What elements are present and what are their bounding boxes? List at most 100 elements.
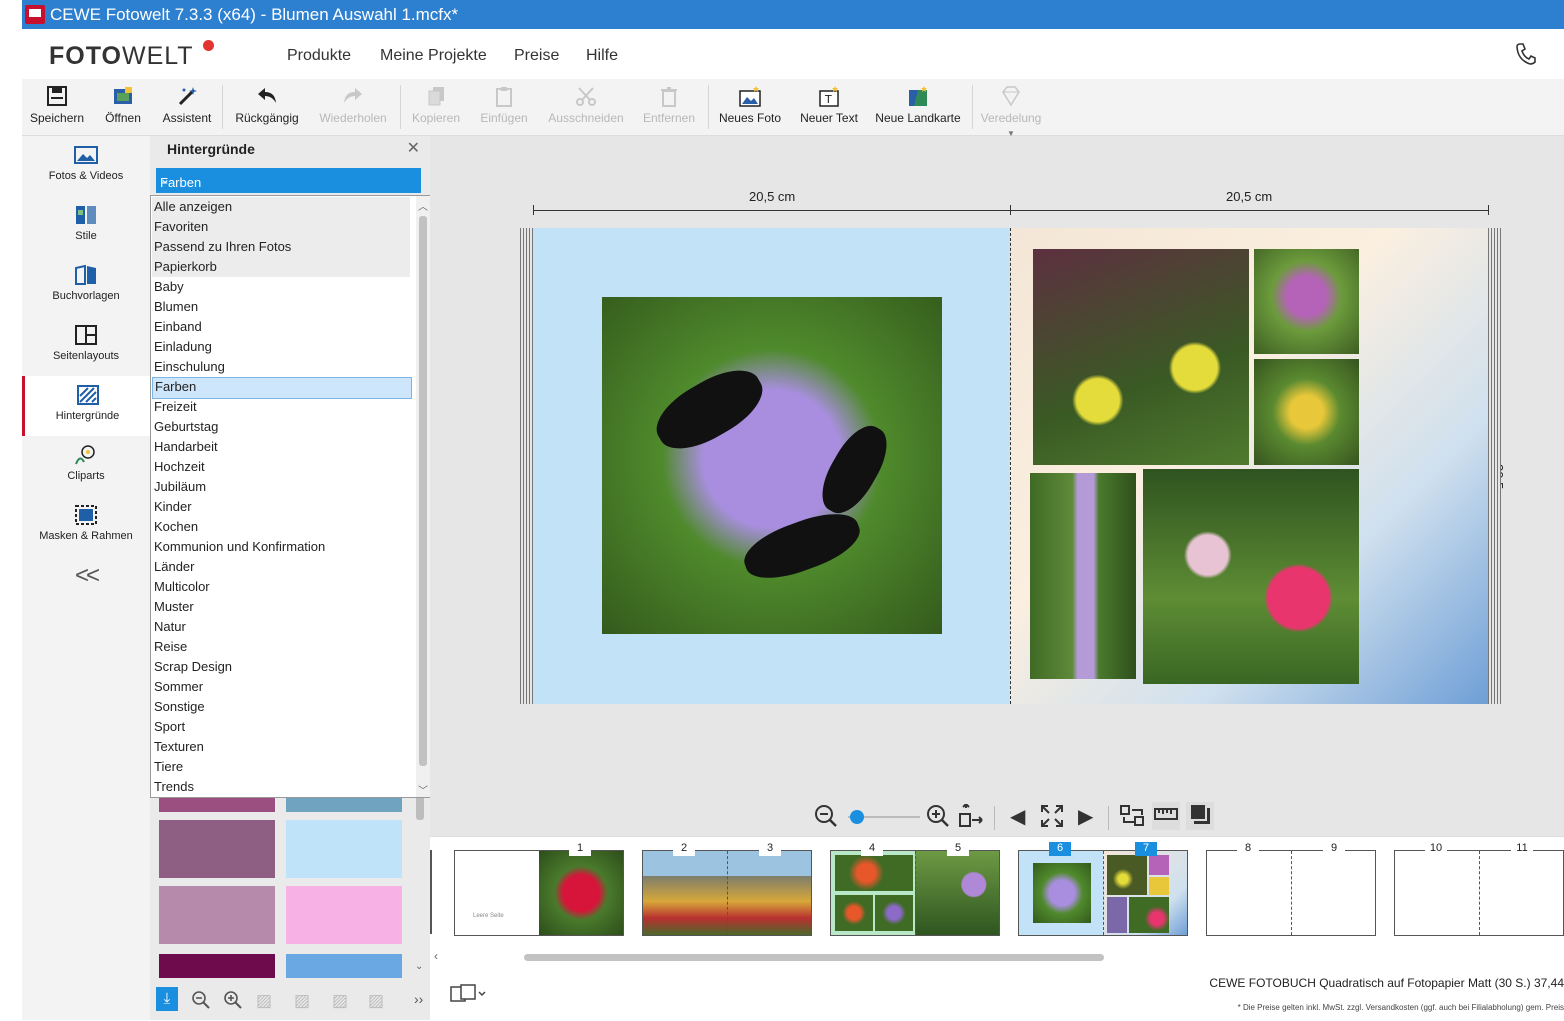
apply-left-page-icon[interactable]: ▨ bbox=[294, 991, 310, 1011]
new-map-button[interactable]: Neue Landkarte bbox=[874, 85, 962, 125]
fullscreen-icon[interactable] bbox=[1040, 804, 1064, 834]
open-button[interactable]: Öffnen bbox=[102, 85, 144, 125]
download-icon[interactable]: ⤓ bbox=[156, 987, 178, 1011]
fit-to-page-icon[interactable] bbox=[958, 803, 984, 834]
dropdown-option[interactable]: Papierkorb bbox=[152, 257, 410, 277]
close-icon[interactable]: ✕ bbox=[407, 138, 420, 158]
dropdown-option[interactable]: Alle anzeigen bbox=[152, 197, 410, 217]
phone-icon[interactable] bbox=[1516, 43, 1536, 71]
dropdown-option[interactable]: Tiere bbox=[154, 757, 410, 777]
photo-yellow-flowers[interactable] bbox=[1254, 359, 1359, 465]
dropdown-option[interactable]: Passend zu Ihren Fotos bbox=[152, 237, 410, 257]
apply-all-pages-icon[interactable]: ▨ bbox=[368, 991, 384, 1011]
dropdown-option[interactable]: Sommer bbox=[154, 677, 410, 697]
scroll-up-icon[interactable]: ︿ bbox=[418, 198, 428, 213]
dropdown-option[interactable]: Kommunion und Konfirmation bbox=[154, 537, 410, 557]
nav-link-preise[interactable]: Preise bbox=[514, 47, 559, 65]
ruler-toggle-icon[interactable] bbox=[1152, 802, 1180, 830]
photo-flower-moths[interactable] bbox=[602, 297, 942, 634]
sidebar-item-masken-rahmen[interactable]: Masken & Rahmen bbox=[22, 496, 150, 556]
nav-link-hilfe[interactable]: Hilfe bbox=[586, 47, 618, 65]
nav-link-produkte[interactable]: Produkte bbox=[287, 47, 351, 65]
sidebar-item-hintergruende[interactable]: Hintergründe bbox=[22, 376, 150, 436]
copy-button[interactable]: Kopieren bbox=[410, 85, 462, 125]
dropdown-scrollbar-thumb[interactable] bbox=[419, 216, 427, 766]
dropdown-option[interactable]: Einladung bbox=[154, 337, 410, 357]
photo-ladys-slipper[interactable] bbox=[1033, 249, 1249, 465]
dropdown-option[interactable]: Scrap Design bbox=[154, 657, 410, 677]
category-dropdown-list[interactable]: Alle anzeigen Favoriten Passend zu Ihren F… bbox=[150, 195, 431, 798]
dropdown-option[interactable]: Jubiläum bbox=[154, 477, 410, 497]
sidebar-item-buchvorlagen[interactable]: Buchvorlagen bbox=[22, 256, 150, 316]
filmstrip-spread-5[interactable]: 8 9 bbox=[1206, 842, 1376, 936]
apply-right-page-icon[interactable]: ▨ bbox=[332, 991, 348, 1011]
save-button[interactable]: Speichern bbox=[30, 85, 84, 125]
next-page-icon[interactable]: ▶ bbox=[1078, 804, 1093, 829]
delete-button[interactable]: Entfernen bbox=[640, 85, 698, 125]
photo-lavender-orchid[interactable] bbox=[1030, 473, 1136, 679]
dropdown-option[interactable]: Trends bbox=[154, 777, 410, 797]
dropdown-option[interactable]: Geburtstag bbox=[154, 417, 410, 437]
previous-page-icon[interactable]: ◀ bbox=[1010, 804, 1025, 829]
dropdown-option[interactable]: Reise bbox=[154, 637, 410, 657]
cut-button[interactable]: Ausschneiden bbox=[546, 85, 626, 125]
filmstrip-scrollbar[interactable]: ‹ bbox=[430, 949, 1564, 966]
category-dropdown[interactable]: Farben ⌄ bbox=[156, 168, 421, 193]
sidebar-item-cliparts[interactable]: Cliparts bbox=[22, 436, 150, 496]
scroll-down-icon[interactable]: ﹀ bbox=[418, 782, 428, 797]
undo-button[interactable]: Rückgängig bbox=[234, 85, 300, 125]
nav-link-meine-projekte[interactable]: Meine Projekte bbox=[380, 47, 487, 65]
dropdown-option[interactable]: Texturen bbox=[154, 737, 410, 757]
photo-purple-orchid[interactable] bbox=[1254, 249, 1359, 354]
more-chevron-icon[interactable]: ›› bbox=[414, 991, 423, 1007]
new-photo-button[interactable]: Neues Foto bbox=[718, 85, 782, 125]
swatch-3[interactable] bbox=[159, 820, 275, 878]
swatch-6[interactable] bbox=[286, 886, 402, 944]
filmstrip-spread-1[interactable]: Leere Seite 1 bbox=[454, 842, 624, 936]
sidebar-item-fotos-videos[interactable]: Fotos & Videos bbox=[22, 136, 150, 196]
editor-canvas[interactable]: 20,5 cm 20,5 cm 20,5 cm bbox=[430, 136, 1564, 836]
dropdown-option[interactable]: Kochen bbox=[154, 517, 410, 537]
dropdown-option[interactable]: Favoriten bbox=[152, 217, 410, 237]
paste-button[interactable]: Einfügen bbox=[478, 85, 530, 125]
zoom-out-icon[interactable] bbox=[814, 804, 838, 834]
redo-button[interactable]: Wiederholen bbox=[318, 85, 388, 125]
zoom-out-icon[interactable] bbox=[192, 991, 210, 1014]
dropdown-option[interactable]: Hochzeit bbox=[154, 457, 410, 477]
dropdown-option[interactable]: Sport bbox=[154, 717, 410, 737]
swatch-8[interactable] bbox=[286, 954, 402, 978]
new-text-button[interactable]: T Neuer Text bbox=[798, 85, 860, 125]
dropdown-option[interactable]: Muster bbox=[154, 597, 410, 617]
dropdown-option[interactable]: Länder bbox=[154, 557, 410, 577]
filmstrip-spread-3[interactable]: 4 5 bbox=[830, 842, 1000, 936]
fotowelt-logo[interactable]: FOTOWELT bbox=[49, 42, 194, 71]
collapse-sidebar-button[interactable]: << bbox=[22, 562, 150, 590]
zoom-slider-handle[interactable] bbox=[850, 810, 864, 824]
dropdown-option[interactable]: Kinder bbox=[154, 497, 410, 517]
page-options-icon[interactable] bbox=[450, 984, 488, 1009]
assistant-button[interactable]: Assistent bbox=[162, 85, 212, 125]
dropdown-option[interactable]: Baby bbox=[154, 277, 410, 297]
sidebar-item-seitenlayouts[interactable]: Seitenlayouts bbox=[22, 316, 150, 376]
dropdown-option[interactable]: Multicolor bbox=[154, 577, 410, 597]
zoom-in-icon[interactable] bbox=[926, 804, 950, 834]
dropdown-option[interactable]: Einschulung bbox=[154, 357, 410, 377]
swap-pages-icon[interactable] bbox=[1120, 804, 1146, 834]
filmstrip-scrollbar-thumb[interactable] bbox=[524, 954, 1104, 961]
apply-both-pages-icon[interactable]: ▨ bbox=[256, 991, 272, 1011]
right-page[interactable] bbox=[1010, 228, 1488, 704]
veredelung-button[interactable]: Veredelung ▼ bbox=[978, 85, 1044, 139]
sidebar-item-stile[interactable]: Stile bbox=[22, 196, 150, 256]
panel-scrollbar-thumb[interactable] bbox=[416, 796, 424, 820]
dropdown-option[interactable]: Farben bbox=[152, 377, 412, 399]
swatch-5[interactable] bbox=[159, 886, 275, 944]
left-page[interactable] bbox=[533, 228, 1010, 704]
photo-peony-orchid[interactable] bbox=[1143, 469, 1359, 684]
dropdown-option[interactable]: Einband bbox=[154, 317, 410, 337]
filmstrip-spread-6[interactable]: 10 11 bbox=[1394, 842, 1564, 936]
dropdown-option[interactable]: Sonstige bbox=[154, 697, 410, 717]
dropdown-option[interactable]: Blumen bbox=[154, 297, 410, 317]
shadow-toggle-icon[interactable] bbox=[1186, 802, 1214, 830]
dropdown-option[interactable]: Freizeit bbox=[154, 397, 410, 417]
dropdown-scrollbar[interactable]: ︿ ﹀ bbox=[416, 196, 430, 797]
